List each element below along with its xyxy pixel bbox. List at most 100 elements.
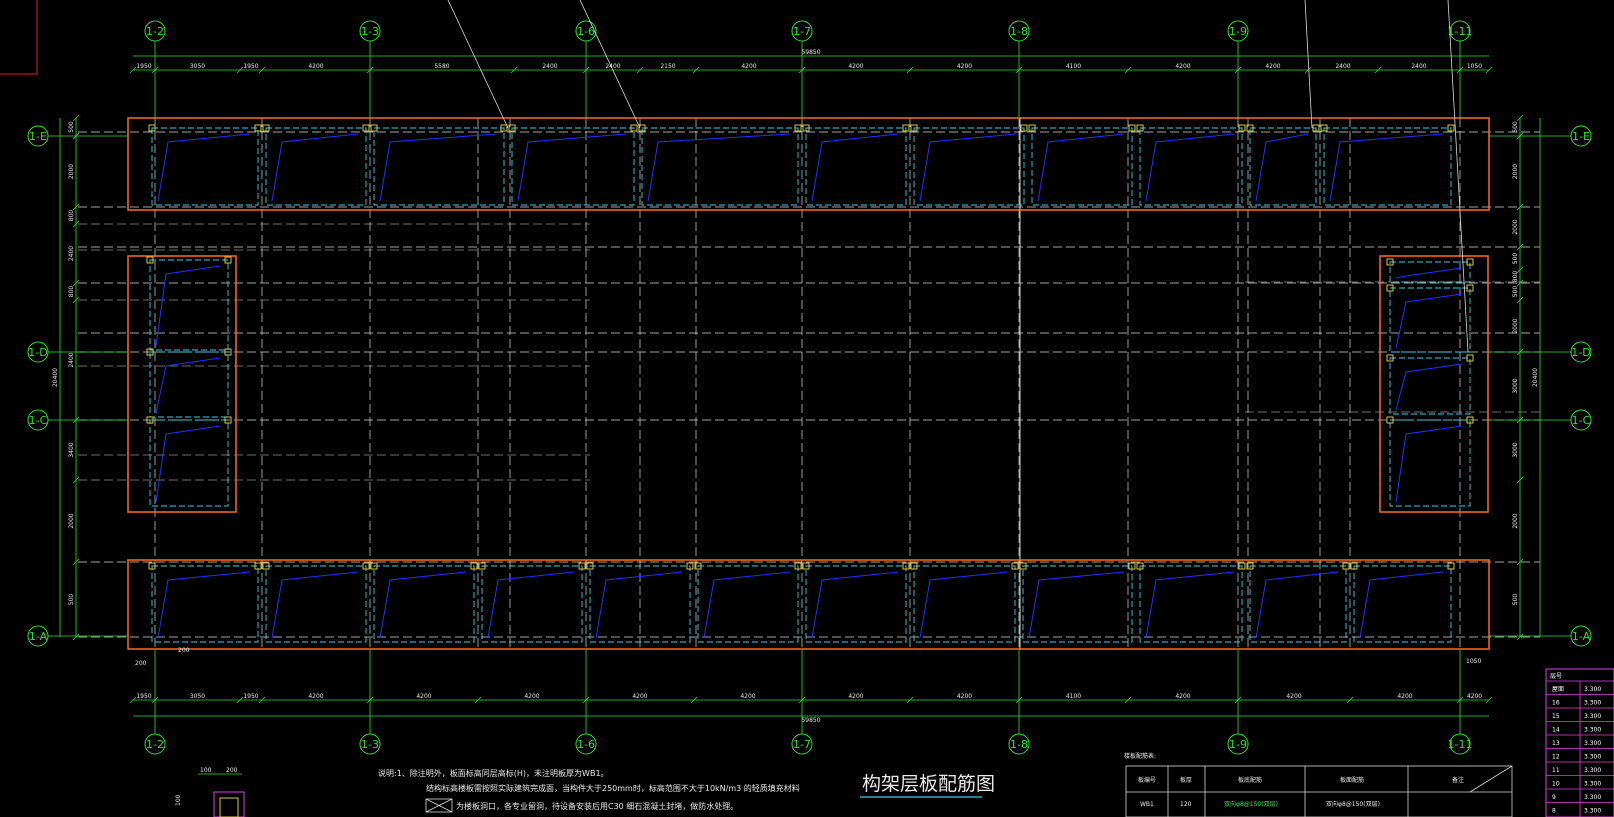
rebar-mark	[1395, 425, 1463, 503]
dim-label: 3000	[1512, 442, 1519, 457]
dim-label: 4100	[1066, 693, 1081, 700]
dim-label: 2400	[68, 246, 75, 261]
dim-label: 4200	[416, 693, 431, 700]
dim-label: 1950	[136, 63, 151, 70]
slab-table-header: 板厚	[1180, 776, 1192, 784]
dim-total: 59850	[801, 49, 820, 56]
dim-label: 4200	[957, 63, 972, 70]
slab-panel	[151, 127, 259, 206]
leader-lines	[447, 0, 1469, 353]
level-table: 层号 屋面 3.300 16 3.300 15 3.300 14 3.300 13 3.300 12…	[1545, 668, 1614, 817]
slab-table-cell: 双向φ8@150(双层)	[1224, 800, 1278, 808]
axis-label: 1-7	[793, 25, 811, 38]
slab-panel	[511, 127, 635, 206]
section-detail: 100 200 100	[175, 767, 245, 817]
misc-label: 1050	[1466, 658, 1481, 665]
rebar-mark	[157, 571, 251, 639]
dim-total: 20400	[1532, 368, 1539, 387]
dim-label: 500	[1512, 286, 1519, 298]
rebar-mark	[379, 133, 497, 202]
slab-panel	[265, 127, 367, 206]
level-row-height: 3.300	[1584, 767, 1601, 774]
rebar-mark	[1329, 133, 1444, 202]
rebar-mark	[379, 571, 467, 639]
rebar-mark	[271, 571, 359, 639]
rebar-mark	[1395, 363, 1463, 411]
axis-label: 1-C	[29, 414, 48, 427]
dim-label: 2000	[1512, 219, 1519, 234]
level-row-height: 3.300	[1584, 754, 1601, 761]
rebar-mark	[157, 133, 251, 202]
level-table-header: 层号	[1550, 673, 1562, 680]
dim-label: 3400	[68, 442, 75, 457]
rebar-mark	[1037, 133, 1125, 202]
dim-label: 800	[68, 286, 75, 298]
rebar-mark	[1395, 267, 1463, 279]
slab-panel	[151, 565, 259, 643]
dim-label: 4200	[1397, 693, 1412, 700]
dim-label: 4200	[1286, 693, 1301, 700]
axis-label: 1-2	[146, 738, 164, 751]
detail-dim-1: 100	[200, 767, 212, 774]
slab-rebar-table: 楼板配筋表: 板编号 板厚 板底配筋 板面配筋 备注 WB1 120 双向φ8@…	[1124, 752, 1513, 817]
level-row-height: 3.300	[1584, 727, 1601, 734]
rebar-mark	[1145, 133, 1235, 202]
dim-label: 500	[1512, 121, 1519, 133]
slab-panel	[1031, 127, 1133, 206]
dim-label: 3000	[1512, 378, 1519, 393]
dim-total: 20400	[52, 368, 59, 387]
dim-label: 3050	[190, 693, 205, 700]
slab-table-cell: 120	[1180, 801, 1192, 808]
dim-label: 800	[1512, 271, 1519, 283]
slab-panel	[913, 127, 1025, 206]
level-row-name: 屋面	[1552, 686, 1564, 693]
axis-label: 1-E	[1572, 130, 1590, 143]
slab-panel	[1139, 565, 1243, 643]
dim-label: 800	[68, 210, 75, 222]
dim-label: 1950	[243, 693, 258, 700]
dim-total: 59850	[801, 717, 820, 724]
dim-label: 4200	[1265, 63, 1280, 70]
dim-label: 500	[68, 594, 75, 606]
slab-table-caption: 楼板配筋表:	[1124, 752, 1156, 760]
slab-panel	[1389, 261, 1471, 283]
slab-panel	[805, 565, 907, 643]
rebar-mark	[595, 571, 683, 639]
rebar-mark	[517, 133, 627, 202]
level-row-height: 3.300	[1584, 700, 1601, 707]
note-line-2: 结构标高楼板需按照实际建筑完成面，当构件大于250mm时，标高范围不大于10kN…	[426, 783, 800, 793]
slab-panel	[481, 565, 583, 643]
slab-panel	[1353, 565, 1452, 643]
axis-label: 1-8	[1010, 738, 1028, 751]
slab-panel	[265, 565, 367, 643]
dim-label: 4200	[524, 693, 539, 700]
rebar-mark	[1145, 571, 1235, 639]
dim-label: 4200	[1175, 63, 1190, 70]
slab-panel	[1139, 127, 1243, 206]
dim-label: 2000	[1512, 318, 1519, 333]
slab-panel	[1249, 565, 1347, 643]
dim-label: 2400	[605, 63, 620, 70]
rebar-mark	[703, 571, 791, 639]
dim-label: 2400	[68, 352, 75, 367]
axis-label: 1-A	[29, 630, 48, 643]
dim-label: 2000	[68, 513, 75, 528]
dim-label: 4100	[1066, 63, 1081, 70]
level-row-height: 3.300	[1584, 713, 1601, 720]
note-line-1: 说明:1、除注明外，板面标高同层高标(H)，未注明板厚为WB1。	[378, 768, 609, 778]
detail-dim-3: 100	[175, 794, 182, 806]
bottom-beam-band	[127, 559, 1490, 650]
dim-label: 2000	[68, 164, 75, 179]
slab-table-cell: 双向φ8@150(双层)	[1326, 800, 1380, 808]
dim-label: 4200	[848, 693, 863, 700]
level-row-name: 8	[1552, 808, 1556, 815]
level-row-name: 9	[1552, 794, 1556, 801]
slab-panel	[1022, 565, 1133, 643]
rebar-mark	[271, 133, 359, 202]
slab-panel	[913, 565, 1016, 643]
axis-label: 1-9	[1229, 25, 1247, 38]
dim-label: 1950	[136, 693, 151, 700]
frame-corner	[0, 0, 38, 75]
rebar-mark	[647, 133, 791, 202]
rebar-mark	[487, 571, 575, 639]
